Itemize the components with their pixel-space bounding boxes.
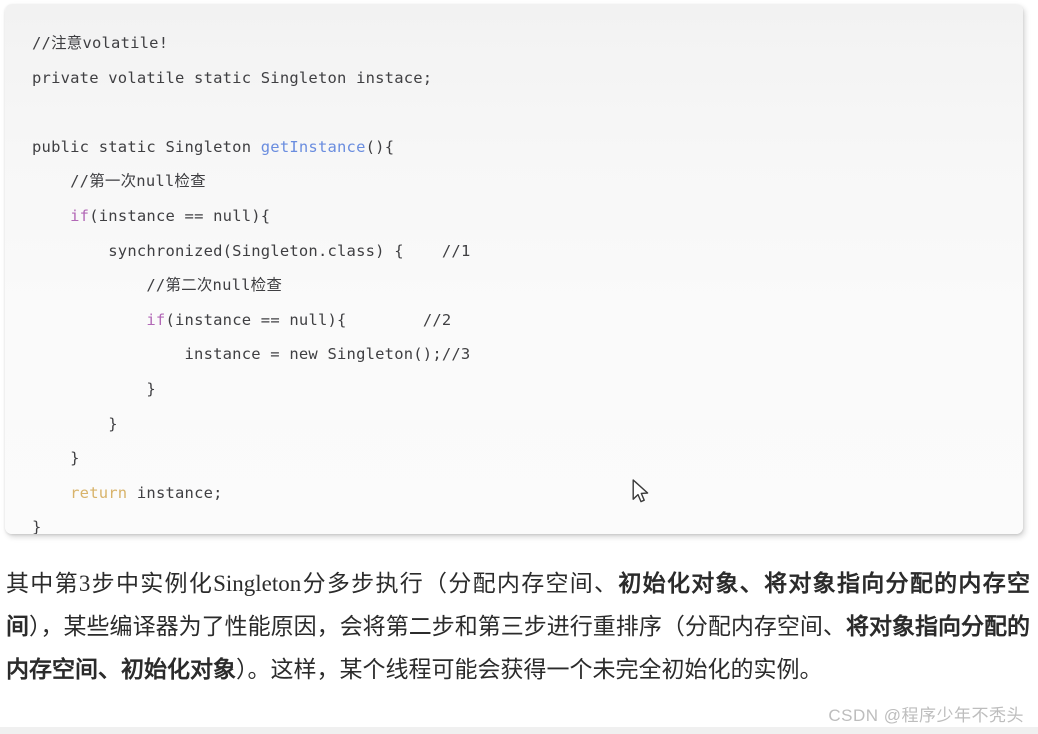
csdn-watermark: CSDN @程序少年不秃头 [828, 706, 1024, 725]
code-block-text: //注意volatile! private volatile static Si… [32, 26, 1007, 534]
paragraph-run: ），某些编译器为了性能原因，会将第二步和第三步进行重排序（分配内存空间、 [29, 614, 846, 639]
paragraph-run: ）。这样，某个线程可能会获得一个未完全初始化的实例。 [236, 657, 823, 682]
code-token: getInstance [260, 137, 366, 156]
code-block-scroll-area[interactable]: //注意volatile! private volatile static Si… [5, 4, 1023, 534]
code-block[interactable]: //注意volatile! private volatile static Si… [5, 4, 1023, 534]
code-token: instance; [127, 483, 223, 502]
code-token: instance = new Singleton();//3 [184, 345, 471, 364]
code-token: return [70, 483, 128, 502]
paragraph-run: 其中第3步中实例化Singleton分多步执行（分配内存空间、 [6, 571, 619, 596]
code-token: } [108, 414, 118, 433]
code-token: (instance == null){ [89, 206, 271, 225]
page-bottom-strip [0, 727, 1038, 734]
code-token: //第一次null检查 [70, 172, 206, 191]
code-token: } [70, 449, 80, 468]
code-token: (){ [365, 137, 395, 156]
code-token: (instance == null){ //2 [165, 310, 452, 329]
code-token: } [32, 518, 42, 534]
code-token: synchronized(Singleton.class) { //1 [108, 241, 471, 260]
explanation-paragraph: 其中第3步中实例化Singleton分多步执行（分配内存空间、初始化对象、将对象… [6, 562, 1030, 691]
code-token: if [70, 206, 90, 225]
code-token: } [146, 379, 156, 398]
code-token: //注意volatile! [32, 34, 169, 52]
code-token: private volatile static Singleton instac… [32, 68, 433, 87]
code-token: if [146, 310, 166, 329]
code-token: //第二次null检查 [146, 276, 283, 295]
code-token: public static Singleton [32, 137, 261, 156]
